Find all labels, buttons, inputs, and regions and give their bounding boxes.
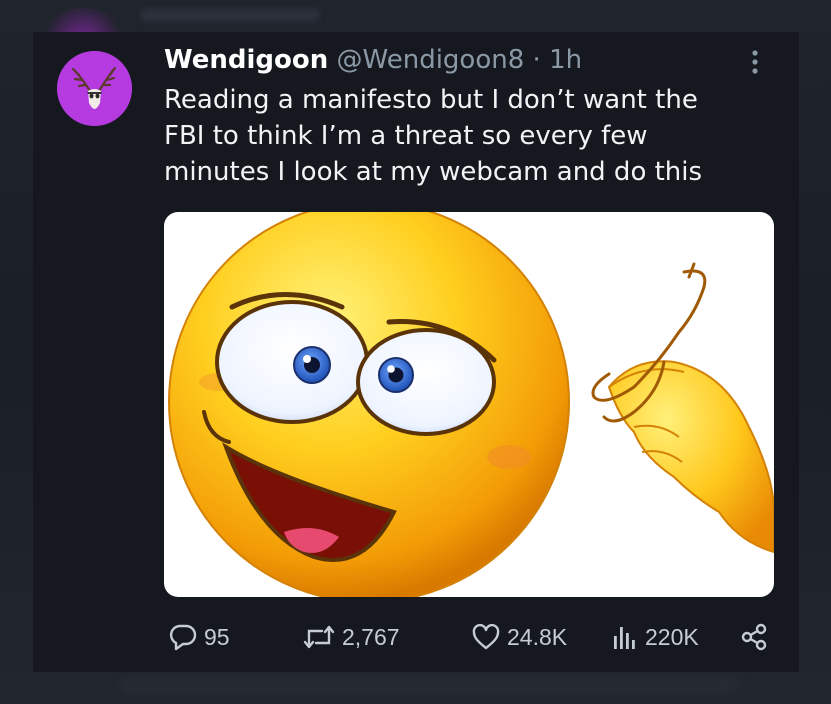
screenshot-stage: Wendigoon @Wendigoon8 · 1h Reading a man… [0, 0, 831, 704]
more-vertical-icon [752, 50, 758, 74]
repost-button[interactable]: 2,767 [302, 617, 400, 657]
share-icon [741, 623, 767, 651]
tweet-text: Reading a manifesto but I don’t want the… [164, 85, 703, 187]
tweet-image[interactable] [164, 212, 774, 597]
reply-count: 95 [204, 623, 230, 650]
like-count: 24.8K [507, 623, 568, 650]
more-options-button[interactable] [745, 47, 765, 77]
views-count: 220K [645, 623, 699, 650]
background-blur [120, 675, 740, 695]
heart-icon [472, 623, 500, 650]
avatar[interactable] [57, 51, 132, 126]
tweet-card[interactable]: Wendigoon @Wendigoon8 · 1h Reading a man… [33, 32, 799, 672]
deer-skull-avatar-icon [57, 51, 132, 126]
views-bar-chart-icon [614, 627, 635, 649]
reply-icon [169, 624, 197, 651]
tweet-header: Wendigoon @Wendigoon8 · 1h [164, 42, 724, 78]
background-blur [140, 8, 320, 22]
timestamp[interactable]: 1h [549, 45, 582, 75]
repost-icon [303, 625, 335, 649]
handle[interactable]: @Wendigoon8 [337, 45, 525, 75]
display-name[interactable]: Wendigoon [164, 45, 328, 75]
tweet-actions: 95 2,767 24.8K 220K [164, 617, 784, 657]
share-button[interactable] [738, 617, 770, 657]
views-button[interactable]: 220K [609, 617, 699, 657]
thinking-emoji-image [168, 212, 774, 597]
repost-count: 2,767 [342, 623, 400, 650]
like-button[interactable]: 24.8K [471, 617, 567, 657]
separator: · [532, 45, 541, 75]
reply-button[interactable]: 95 [168, 617, 230, 657]
